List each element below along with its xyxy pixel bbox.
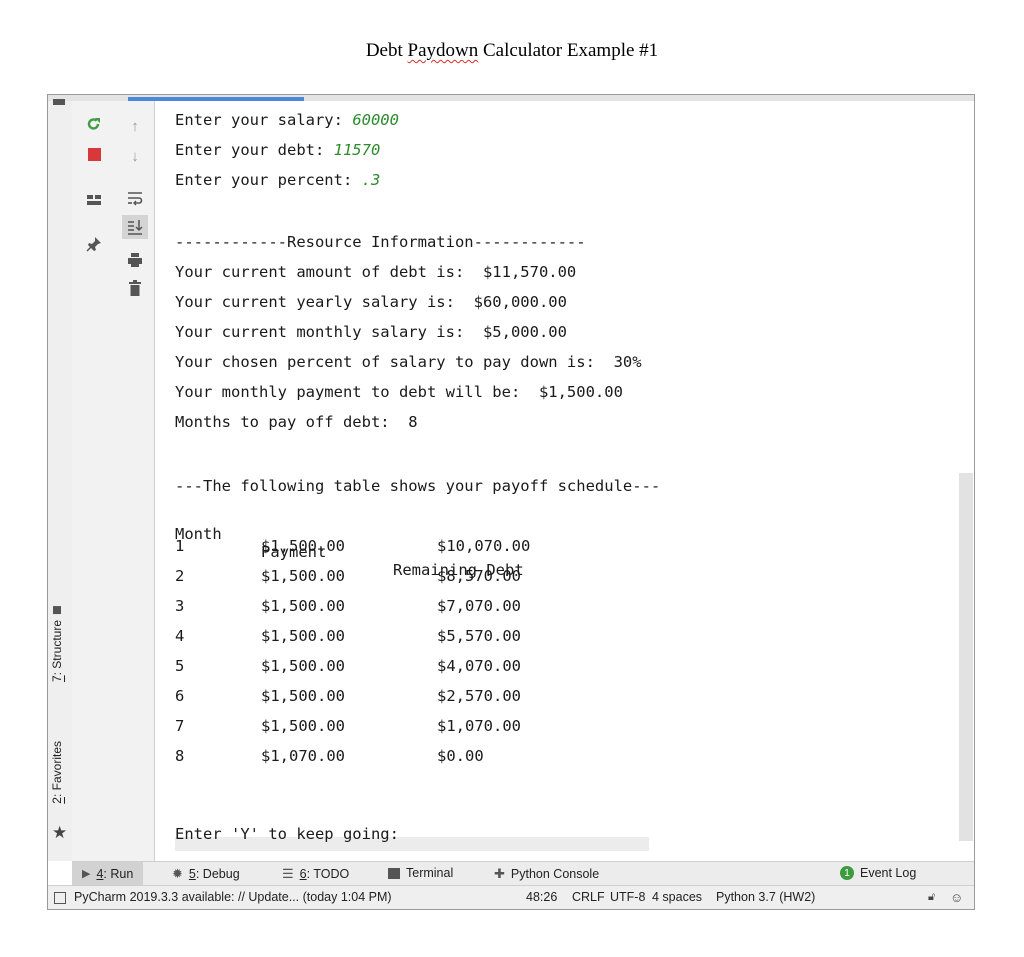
table-cell: 4: [175, 627, 185, 645]
soft-wrap-icon[interactable]: [124, 187, 146, 209]
table-cell: $4,070.00: [437, 657, 521, 675]
table-cell: $1,070.00: [437, 717, 521, 735]
table-cell: $0.00: [437, 747, 484, 765]
table-cell: $1,500.00: [261, 597, 345, 615]
structure-tool-button[interactable]: 7: Structure: [50, 606, 64, 682]
layout-icon[interactable]: [83, 189, 105, 211]
table-cell: $8,570.00: [437, 567, 521, 585]
arrow-up-icon[interactable]: ↑: [124, 115, 146, 137]
table-cell: $1,500.00: [261, 627, 345, 645]
rerun-icon[interactable]: [83, 113, 105, 135]
lock-icon[interactable]: 🔓︎: [928, 891, 935, 904]
console-prompt-salary: Enter your salary: 60000: [175, 111, 399, 129]
table-cell: 3: [175, 597, 185, 615]
scrollbar-thumb[interactable]: [959, 473, 973, 841]
table-cell: $5,570.00: [437, 627, 521, 645]
console-line: Your current yearly salary is: $60,000.0…: [175, 293, 567, 311]
table-cell: $1,500.00: [261, 657, 345, 675]
console-line: Your monthly payment to debt will be: $1…: [175, 383, 623, 401]
table-cell: 6: [175, 687, 185, 705]
console-input-line[interactable]: Enter 'Y' to keep going:: [175, 825, 408, 843]
console-prompt-debt: Enter your debt: 11570: [175, 141, 381, 159]
table-cell: $1,500.00: [261, 717, 345, 735]
python-icon: ✚: [494, 866, 505, 881]
event-badge-icon: 1: [840, 866, 854, 880]
arrow-down-icon[interactable]: ↓: [124, 145, 146, 167]
bug-icon: ✹: [172, 866, 183, 881]
table-cell: $1,500.00: [261, 567, 345, 585]
console-line: ---The following table shows your payoff…: [175, 477, 661, 495]
inspector-icon[interactable]: ☺: [950, 890, 963, 905]
status-bar: PyCharm 2019.3.3 available: // Update...…: [48, 885, 974, 909]
spellcheck-word: Paydown: [407, 40, 479, 61]
console-line: Your current amount of debt is: $11,570.…: [175, 263, 577, 281]
run-icon: ▶: [82, 868, 91, 880]
file-encoding[interactable]: UTF-8: [610, 890, 645, 904]
terminal-icon: [388, 867, 400, 879]
tool-window-bar: ▶ 4: Run ✹ 5: Debug ☰ 6: TODO Terminal ✚…: [72, 861, 974, 885]
tab-run[interactable]: ▶ 4: Run: [72, 862, 144, 885]
document-title: Debt Paydown Calculator Example #1: [365, 40, 659, 61]
list-icon: ☰: [282, 866, 294, 881]
status-message[interactable]: PyCharm 2019.3.3 available: // Update...…: [74, 890, 392, 904]
left-tool-strip: 7: Structure 2: Favorites ★: [48, 99, 73, 861]
indent-setting[interactable]: 4 spaces: [652, 890, 702, 904]
console-prompt-percent: Enter your percent: .3: [175, 171, 381, 189]
trash-icon[interactable]: [124, 277, 146, 299]
table-cell: 5: [175, 657, 185, 675]
table-cell: $10,070.00: [437, 537, 531, 555]
tool-windows-toggle-icon[interactable]: [54, 892, 66, 904]
run-toolbar-primary: [72, 101, 117, 861]
favorites-tool-button[interactable]: 2: Favorites: [50, 741, 64, 804]
console-line: Months to pay off debt: 8: [175, 413, 418, 431]
print-icon[interactable]: [124, 249, 146, 271]
line-separator[interactable]: CRLF: [572, 890, 605, 904]
table-cell: 7: [175, 717, 185, 735]
table-cell: 8: [175, 747, 185, 765]
table-cell: $1,070.00: [261, 747, 345, 765]
python-interpreter[interactable]: Python 3.7 (HW2): [716, 890, 815, 904]
pin-icon[interactable]: [83, 233, 105, 255]
scroll-to-end-icon[interactable]: [122, 215, 148, 239]
table-cell: $1,500.00: [261, 537, 345, 555]
table-cell: $1,500.00: [261, 687, 345, 705]
console-line: ------------Resource Information--------…: [175, 233, 586, 251]
structure-icon: [53, 606, 61, 614]
tab-debug[interactable]: ✹ 5: Debug: [172, 866, 240, 882]
run-toolbar-secondary: ↑ ↓: [116, 101, 155, 861]
caret-position[interactable]: 48:26: [526, 890, 557, 904]
table-cell: 1: [175, 537, 185, 555]
table-cell: 2: [175, 567, 185, 585]
star-icon[interactable]: ★: [52, 823, 67, 843]
console-line: Your chosen percent of salary to pay dow…: [175, 353, 642, 371]
console-output[interactable]: Enter your salary: 60000 Enter your debt…: [155, 101, 959, 853]
tab-todo[interactable]: ☰ 6: TODO: [282, 866, 349, 882]
tab-python-console[interactable]: ✚ Python Console: [494, 866, 599, 882]
console-line: Your current monthly salary is: $5,000.0…: [175, 323, 567, 341]
table-cell: $7,070.00: [437, 597, 521, 615]
event-log-button[interactable]: 1 Event Log: [840, 866, 916, 880]
stop-icon[interactable]: [83, 143, 105, 165]
project-icon[interactable]: [53, 99, 65, 105]
table-cell: $2,570.00: [437, 687, 521, 705]
pycharm-window: 7: Structure 2: Favorites ★ ↑ ↓ Enter yo…: [47, 94, 975, 910]
tab-terminal[interactable]: Terminal: [388, 866, 453, 880]
